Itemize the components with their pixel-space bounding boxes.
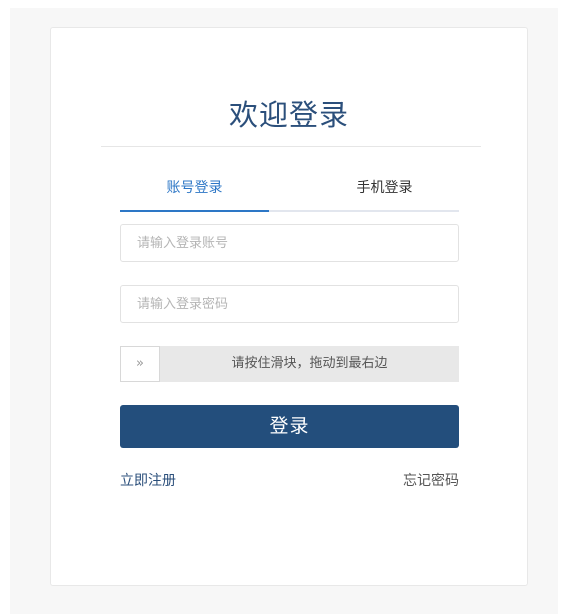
account-field-wrapper xyxy=(120,224,459,262)
password-field-wrapper xyxy=(120,285,459,323)
forgot-password-link[interactable]: 忘记密码 xyxy=(403,470,459,490)
slider-hint-text: 请按住滑块，拖动到最右边 xyxy=(231,356,388,371)
slider-verification: » 请按住滑块，拖动到最右边 xyxy=(120,346,459,382)
password-input[interactable] xyxy=(121,286,458,322)
tab-account-login[interactable]: 账号登录 xyxy=(120,176,269,200)
login-card: 欢迎登录 账号登录 手机登录 » 请按住滑块，拖动到最右边 登录 立即注册 忘记… xyxy=(50,27,528,586)
login-button[interactable]: 登录 xyxy=(120,405,459,448)
tab-phone-login[interactable]: 手机登录 xyxy=(310,176,459,200)
double-chevron-right-icon[interactable]: » xyxy=(120,346,160,382)
active-tab-indicator xyxy=(120,210,269,212)
page-title: 欢迎登录 xyxy=(228,98,349,132)
login-tabs: 账号登录 手机登录 xyxy=(120,176,459,212)
title-divider xyxy=(101,146,481,147)
account-input[interactable] xyxy=(121,225,458,261)
register-link[interactable]: 立即注册 xyxy=(120,470,176,490)
